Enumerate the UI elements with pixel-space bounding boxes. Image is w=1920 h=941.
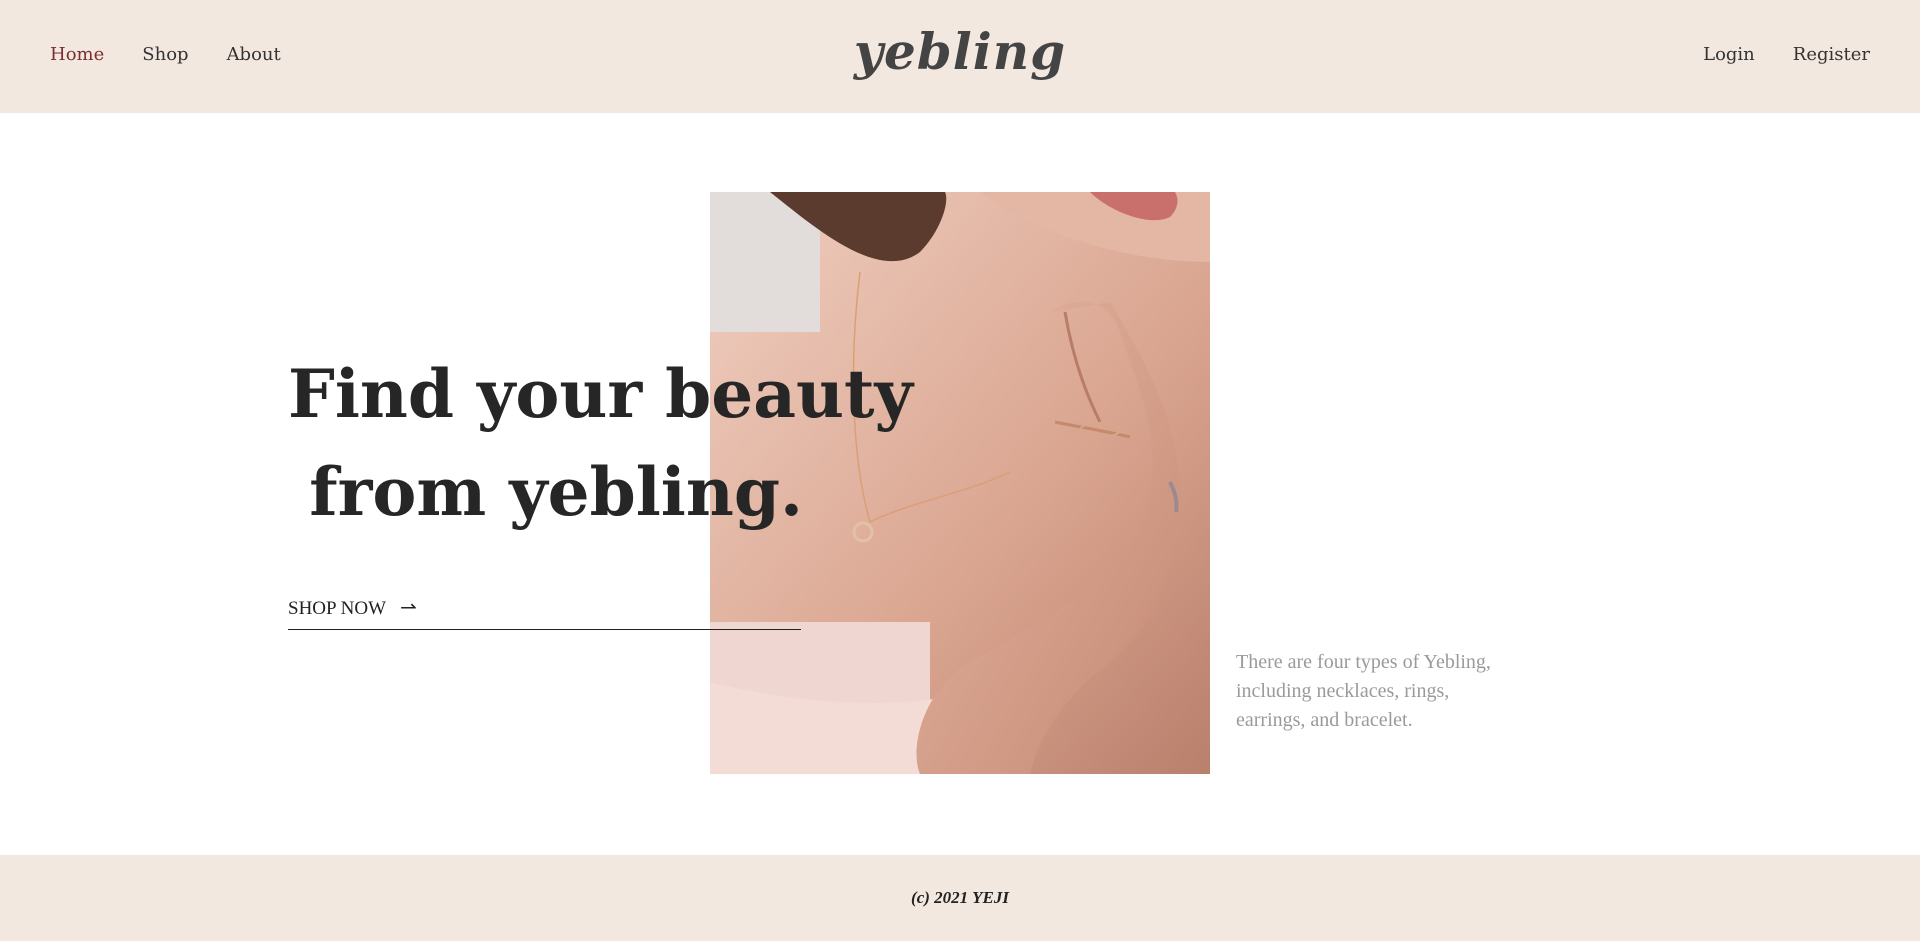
description-line-2: including necklaces, rings, earrings, an…: [1236, 680, 1450, 731]
nav-home-link[interactable]: Home: [50, 44, 104, 65]
register-link[interactable]: Register: [1793, 44, 1870, 65]
nav-about-link[interactable]: About: [227, 44, 281, 65]
login-link[interactable]: Login: [1703, 44, 1755, 65]
site-logo[interactable]: yebling: [854, 22, 1066, 81]
account-nav: Login Register: [1703, 44, 1870, 65]
primary-nav: Home Shop About: [50, 44, 281, 65]
headline-line-1: Find your beauty: [288, 355, 913, 433]
headline-line-2: from yebling.: [309, 453, 803, 531]
hero-headline: Find your beauty from yebling.: [288, 345, 913, 541]
arrow-right-icon: ⇀: [400, 597, 417, 619]
site-footer: (c) 2021 YEJI: [0, 855, 1920, 941]
nav-shop-link[interactable]: Shop: [142, 44, 188, 65]
hero-description: There are four types of Yebling, includi…: [1236, 648, 1496, 735]
copyright-text: (c) 2021 YEJI: [911, 888, 1009, 907]
shop-now-label: SHOP NOW: [288, 598, 386, 619]
shop-now-button[interactable]: SHOP NOW ⇀: [288, 598, 801, 630]
site-header: Home Shop About yebling Login Register: [0, 0, 1920, 113]
description-line-1: There are four types of Yebling,: [1236, 651, 1491, 673]
